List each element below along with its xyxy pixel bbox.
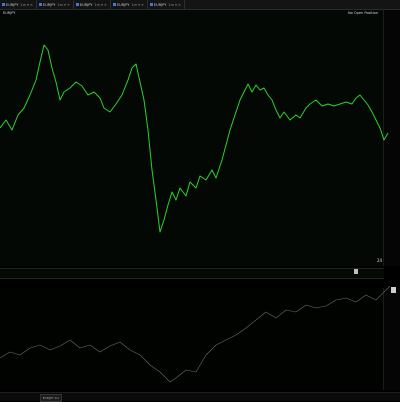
chart-lines-layer [0,44,391,383]
price-line [0,44,389,233]
indicator-line [0,285,391,383]
